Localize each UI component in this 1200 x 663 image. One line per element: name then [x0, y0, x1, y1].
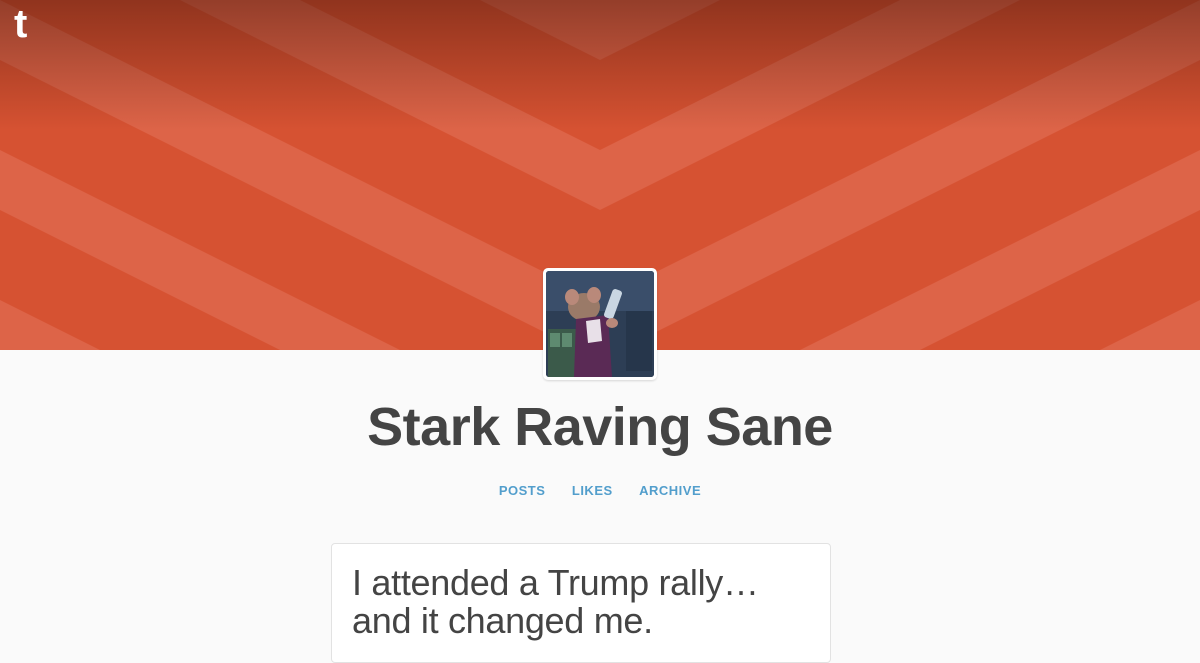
nav-likes-link[interactable]: LIKES	[572, 483, 613, 498]
avatar[interactable]	[543, 268, 657, 380]
post-card: I attended a Trump rally…and it changed …	[331, 543, 831, 663]
post-title[interactable]: I attended a Trump rally…and it changed …	[332, 544, 830, 640]
nav-archive-link[interactable]: ARCHIVE	[639, 483, 701, 498]
nav-posts-link[interactable]: POSTS	[499, 483, 546, 498]
avatar-illustration-icon	[546, 271, 654, 377]
avatar-image	[546, 271, 654, 377]
blog-nav: POSTS LIKES ARCHIVE	[0, 482, 1200, 500]
tumblr-logo-icon[interactable]: t	[14, 4, 27, 44]
blog-title[interactable]: Stark Raving Sane	[0, 392, 1200, 462]
header-shade	[0, 0, 1200, 130]
